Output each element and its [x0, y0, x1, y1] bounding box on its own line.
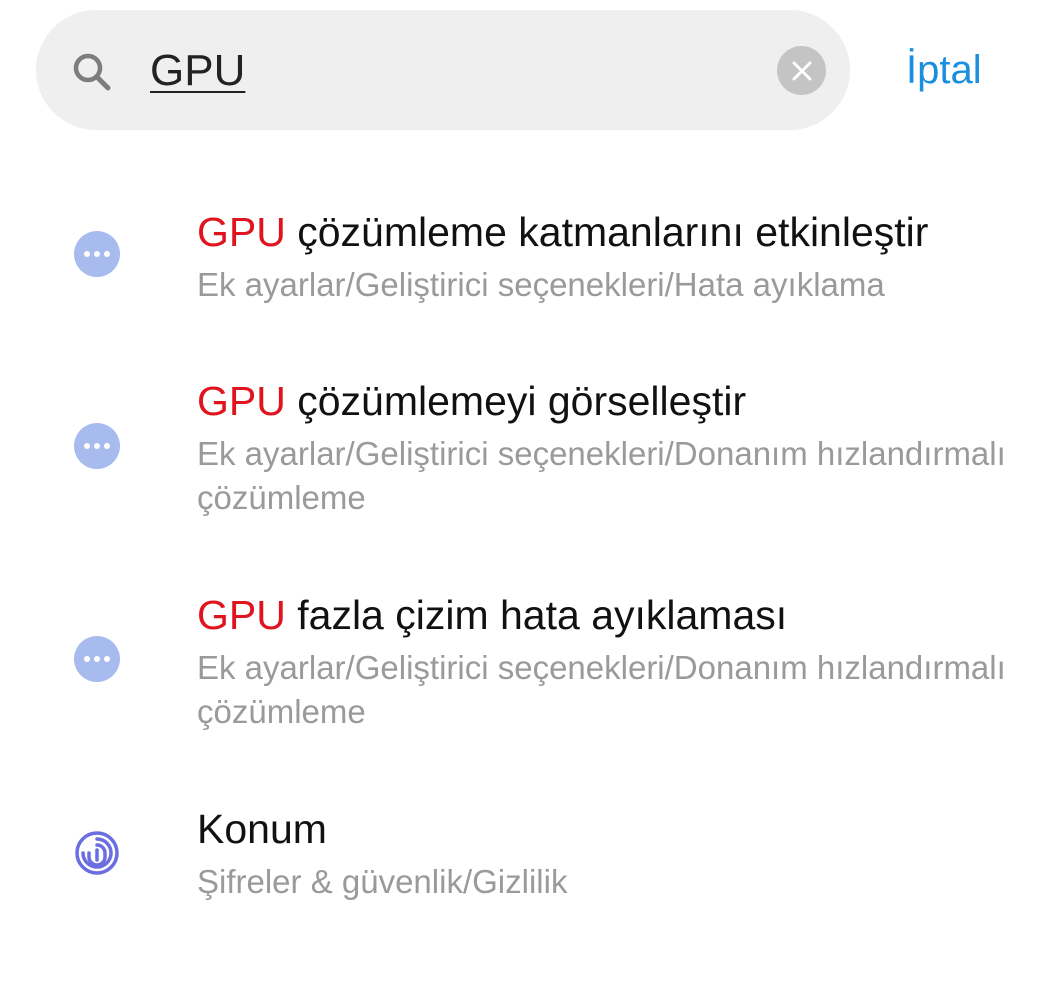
result-item-location[interactable]: Konum Şifreler & güvenlik/Gizlilik — [0, 800, 1044, 920]
result-subtitle: Şifreler & güvenlik/Gizlilik — [197, 863, 568, 900]
result-text: GPU çözümleme katmanlarını etkinleştir E… — [197, 207, 1027, 307]
result-title-rest: çözümleme katmanlarını etkinleştir — [285, 209, 929, 255]
result-text: Konum Şifreler & güvenlik/Gizlilik — [197, 804, 1027, 904]
result-text: GPU fazla çizim hata ayıklaması Ek ayarl… — [197, 590, 1027, 734]
cancel-button[interactable]: İptal — [906, 48, 982, 93]
search-icon — [73, 53, 111, 91]
fingerprint-icon — [75, 831, 119, 875]
result-title-rest: çözümlemeyi görselleştir — [285, 378, 747, 424]
close-icon — [792, 61, 811, 80]
result-title: GPU çözümleme katmanlarını etkinleştir — [197, 207, 1027, 257]
search-input[interactable] — [150, 40, 750, 102]
search-results-screen: İptal GPU çözümleme katmanlarını etkinle… — [0, 0, 1044, 983]
result-title: GPU çözümlemeyi görselleştir — [197, 376, 1027, 426]
result-subtitle: Ek ayarlar/Geliştirici seçenekleri/Hata … — [197, 266, 885, 303]
result-title-highlight: GPU — [197, 209, 286, 255]
result-title: Konum — [197, 804, 1027, 854]
result-subtitle: Ek ayarlar/Geliştirici seçenekleri/Donan… — [197, 649, 1006, 730]
result-subtitle: Ek ayarlar/Geliştirici seçenekleri/Donan… — [197, 435, 1006, 516]
more-dots-icon — [74, 636, 120, 682]
result-title-rest: fazla çizim hata ayıklaması — [285, 592, 788, 638]
result-item-gpu-visualize[interactable]: GPU çözümlemeyi görselleştir Ek ayarlar/… — [0, 370, 1044, 530]
result-title-rest: Konum — [197, 806, 327, 852]
result-item-gpu-layers[interactable]: GPU çözümleme katmanlarını etkinleştir E… — [0, 200, 1044, 320]
result-item-gpu-overdraw[interactable]: GPU fazla çizim hata ayıklaması Ek ayarl… — [0, 583, 1044, 743]
result-title-highlight: GPU — [197, 592, 286, 638]
result-text: GPU çözümlemeyi görselleştir Ek ayarlar/… — [197, 376, 1027, 520]
more-dots-icon — [74, 231, 120, 277]
clear-search-button[interactable] — [777, 46, 826, 95]
result-title-highlight: GPU — [197, 378, 286, 424]
more-dots-icon — [74, 423, 120, 469]
result-title: GPU fazla çizim hata ayıklaması — [197, 590, 1027, 640]
